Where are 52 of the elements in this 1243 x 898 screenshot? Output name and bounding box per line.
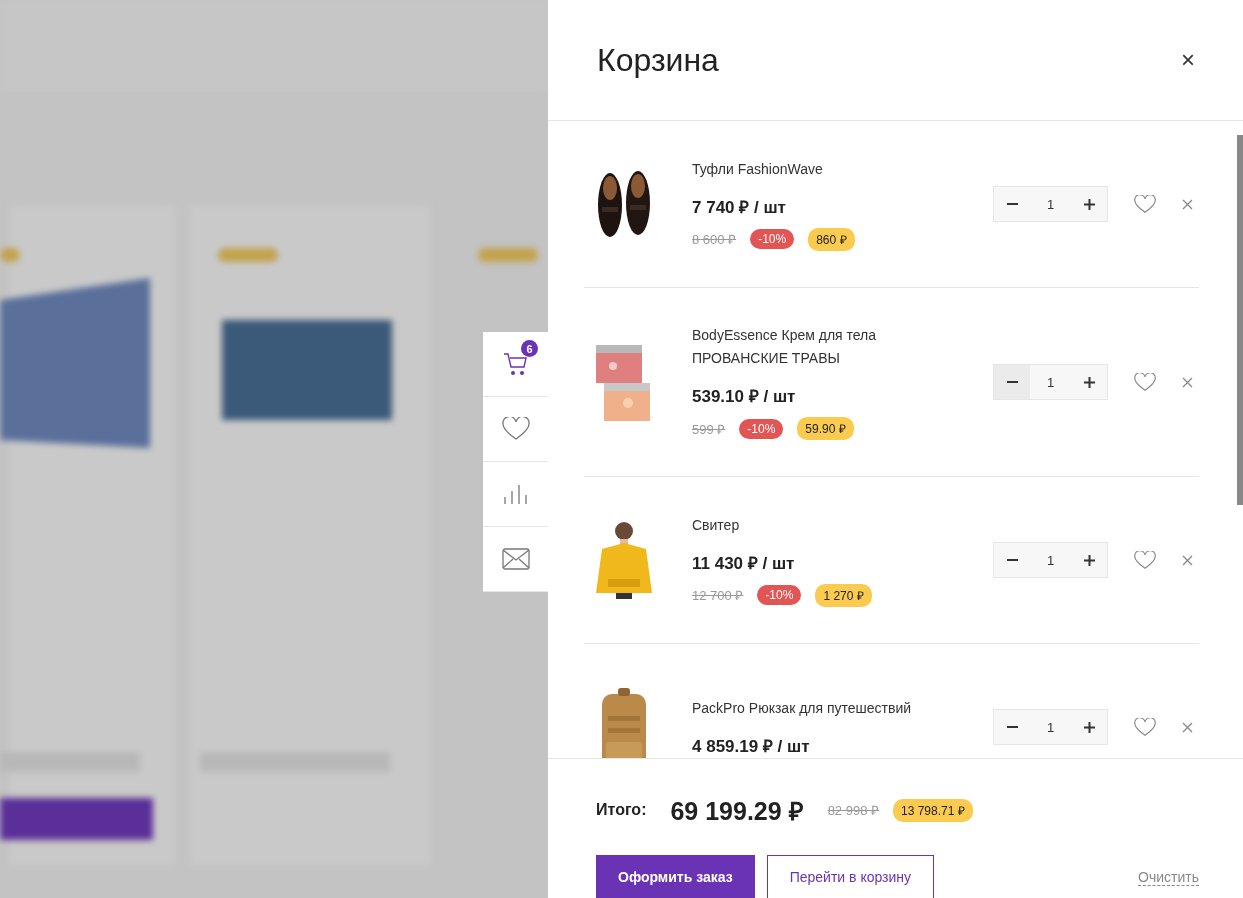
panel-title: Корзина (597, 41, 719, 79)
product-name[interactable]: PackPro Рюкзак для путешествий (692, 697, 912, 720)
remove-button[interactable] (1182, 376, 1193, 388)
plus-icon (1083, 554, 1095, 566)
remove-button[interactable] (1182, 554, 1193, 566)
unit-price: 7 740 ₽ / шт (692, 196, 787, 218)
checkout-button[interactable]: Оформить заказ (596, 855, 755, 898)
remove-button[interactable] (1182, 198, 1193, 210)
saving-badge: 860 ₽ (808, 227, 855, 251)
discount-badge: -10% (750, 229, 795, 249)
cart-icon (502, 352, 529, 376)
saving-badge: 59.90 ₽ (797, 417, 854, 440)
product-name[interactable]: BodyEssence Крем для тела ПРОВАНСКИЕ ТРАВЫ (692, 324, 912, 370)
favorite-button[interactable] (1134, 372, 1156, 392)
minus-icon (1006, 203, 1018, 205)
envelope-icon (501, 548, 530, 570)
minus-icon (1006, 381, 1018, 383)
unit-price: 11 430 ₽ / шт (692, 552, 796, 574)
unit-price: 4 859.19 ₽ / шт (692, 736, 811, 757)
quantity-value: 1 (1045, 551, 1056, 570)
plus-icon (1083, 376, 1095, 388)
minus-icon (1006, 726, 1018, 728)
old-total: 82 998 ₽ (827, 802, 879, 819)
plus-icon (1083, 198, 1095, 210)
remove-button[interactable] (1182, 721, 1193, 733)
old-price: 12 700 ₽ (692, 587, 744, 604)
unit-price: 539.10 ₽ / шт (692, 386, 797, 407)
plus-icon (1083, 721, 1095, 733)
discount-badge: -10% (757, 585, 802, 605)
favorite-button[interactable] (1134, 550, 1156, 570)
favorite-button[interactable] (1134, 194, 1156, 214)
old-price: 599 ₽ (692, 420, 726, 438)
saving-badge: 1 270 ₽ (815, 583, 872, 607)
product-name[interactable]: Свитер (692, 513, 912, 537)
discount-badge: -10% (739, 418, 784, 439)
minus-icon (1006, 559, 1018, 561)
close-button[interactable]: × (1177, 46, 1199, 74)
product-name[interactable]: Туфли FashionWave (692, 157, 912, 181)
bar-chart-icon (502, 483, 529, 505)
favorite-button[interactable] (1134, 717, 1156, 737)
heart-icon (501, 417, 530, 441)
total-label: Итого: (596, 801, 647, 819)
quantity-value: 1 (1045, 195, 1056, 214)
total-amount: 69 199.29 ₽ (670, 796, 804, 827)
saving-badge: 13 798.71 ₽ (893, 798, 973, 822)
old-price: 8 600 ₽ (692, 231, 737, 248)
scrollbar[interactable] (1237, 135, 1243, 505)
go-to-cart-button[interactable]: Перейти в корзину (766, 855, 935, 898)
count-badge: 6 (521, 340, 538, 357)
clear-link[interactable]: Очистить (1138, 868, 1199, 886)
quantity-value: 1 (1045, 718, 1056, 737)
quantity-value: 1 (1045, 373, 1056, 392)
